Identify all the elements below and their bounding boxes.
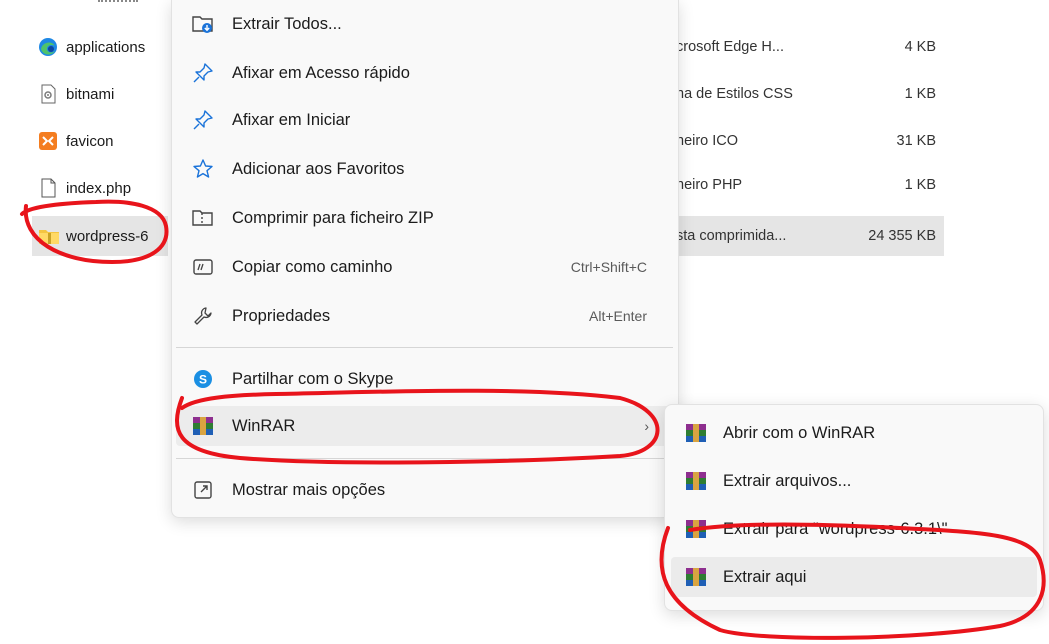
file-row-wordpress[interactable]: wordpress-6 — [32, 216, 168, 256]
menu-item-copy-path[interactable]: Copiar como caminho Ctrl+Shift+C — [176, 247, 673, 287]
context-menu: Extrair Todos... Afixar em Acesso rápido… — [171, 0, 679, 518]
menu-item-label: Extrair para "wordpress-6.3.1\" — [723, 519, 948, 538]
meta-row-selected: sta comprimida... 24 355 KB — [676, 216, 944, 256]
css-file-icon — [38, 84, 58, 104]
extract-all-icon — [192, 13, 214, 35]
menu-item-label: Afixar em Acesso rápido — [232, 63, 410, 82]
menu-item-label: Extrair aqui — [723, 567, 807, 586]
shortcut-label: Ctrl+Shift+C — [570, 259, 647, 275]
file-name: favicon — [66, 132, 114, 150]
chevron-right-icon: › — [644, 418, 649, 434]
menu-item-label: Propriedades — [232, 306, 331, 325]
winrar-icon — [192, 415, 214, 437]
menu-item-label: Adicionar aos Favoritos — [232, 159, 405, 178]
menu-separator — [176, 347, 673, 348]
menu-item-label: Partilhar com o Skype — [232, 369, 394, 388]
file-name: bitnami — [66, 85, 115, 103]
menu-item-label: Mostrar mais opções — [232, 480, 386, 499]
file-type: crosoft Edge H... — [676, 39, 784, 55]
meta-row: crosoft Edge H... 4 KB — [676, 27, 944, 67]
star-icon — [192, 158, 214, 180]
winrar-icon — [685, 518, 707, 540]
shortcut-label: Alt+Enter — [589, 308, 647, 324]
file-row-applications[interactable]: applications — [32, 27, 168, 67]
meta-row: ha de Estilos CSS 1 KB — [676, 74, 944, 114]
file-type: heiro ICO — [676, 133, 739, 149]
menu-item-share-skype[interactable]: S Partilhar com o Skype — [176, 359, 673, 399]
file-size: 1 KB — [904, 177, 936, 193]
file-row-bitnami[interactable]: bitnami — [32, 74, 168, 114]
pin-icon — [192, 109, 214, 131]
submenu-item-open-winrar[interactable]: Abrir com o WinRAR — [671, 413, 1037, 453]
menu-item-label: WinRAR — [232, 416, 296, 435]
file-size: 1 KB — [904, 86, 936, 102]
winrar-icon — [685, 566, 707, 588]
file-row-index-php[interactable]: index.php — [32, 168, 168, 208]
file-name: wordpress-6 — [66, 227, 149, 245]
file-type: sta comprimida... — [676, 228, 787, 244]
copy-path-icon — [192, 256, 214, 278]
edge-html-icon — [38, 37, 58, 57]
menu-item-compress-zip[interactable]: Comprimir para ficheiro ZIP — [176, 198, 673, 238]
menu-item-add-favorites[interactable]: Adicionar aos Favoritos — [176, 149, 673, 189]
zip-folder-icon — [38, 226, 59, 246]
menu-item-label: Abrir com o WinRAR — [723, 423, 876, 442]
menu-item-label: Afixar em Iniciar — [232, 110, 351, 129]
menu-item-pin-quick-access[interactable]: Afixar em Acesso rápido — [176, 53, 673, 93]
winrar-submenu: Abrir com o WinRAR Extrair arquivos... E… — [664, 404, 1044, 611]
zip-icon — [192, 207, 214, 229]
file-name: index.php — [66, 179, 132, 197]
top-row-remnant — [98, 0, 138, 8]
submenu-item-extract-files[interactable]: Extrair arquivos... — [671, 461, 1037, 501]
menu-item-extract-all[interactable]: Extrair Todos... — [176, 4, 673, 44]
menu-item-label: Extrair arquivos... — [723, 471, 852, 490]
menu-separator — [176, 458, 673, 459]
winrar-icon — [685, 470, 707, 492]
menu-item-show-more-options[interactable]: Mostrar mais opções — [176, 470, 673, 510]
menu-item-label: Extrair Todos... — [232, 14, 342, 33]
menu-item-pin-start[interactable]: Afixar em Iniciar — [176, 100, 673, 140]
meta-row: heiro ICO 31 KB — [676, 121, 944, 161]
file-type: heiro PHP — [676, 177, 743, 193]
file-size: 4 KB — [904, 39, 936, 55]
more-options-icon — [192, 479, 214, 501]
wrench-icon — [192, 305, 214, 327]
file-size: 31 KB — [896, 133, 937, 149]
meta-row: heiro PHP 1 KB — [676, 165, 944, 205]
skype-icon: S — [192, 368, 214, 390]
file-type: ha de Estilos CSS — [676, 86, 793, 102]
blank-file-icon — [38, 178, 58, 198]
submenu-item-extract-to-folder[interactable]: Extrair para "wordpress-6.3.1\" — [671, 509, 1037, 549]
submenu-item-extract-here[interactable]: Extrair aqui — [671, 557, 1037, 597]
menu-item-label: Copiar como caminho — [232, 257, 393, 276]
menu-item-winrar[interactable]: WinRAR › — [176, 406, 673, 446]
file-size: 24 355 KB — [868, 228, 936, 244]
file-row-favicon[interactable]: favicon — [32, 121, 168, 161]
file-name: applications — [66, 38, 146, 56]
menu-item-properties[interactable]: Propriedades Alt+Enter — [176, 296, 673, 336]
xampp-icon — [38, 131, 58, 151]
menu-item-label: Comprimir para ficheiro ZIP — [232, 208, 434, 227]
pin-icon — [192, 62, 214, 84]
winrar-icon — [685, 422, 707, 444]
svg-text:S: S — [199, 373, 207, 387]
